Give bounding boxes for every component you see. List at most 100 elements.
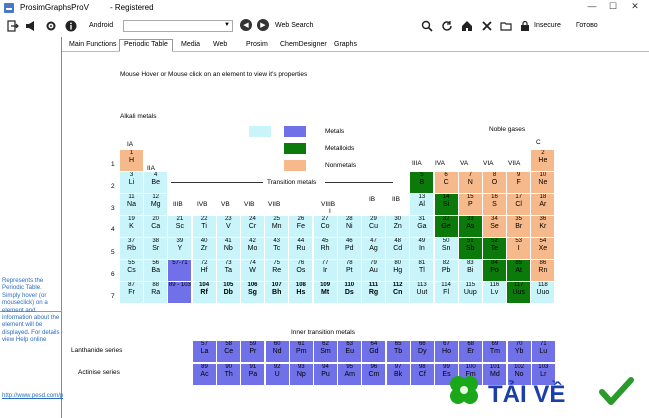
element-cell[interactable]: 73 Ta bbox=[216, 260, 240, 281]
element-cell[interactable]: 53 I bbox=[507, 238, 531, 259]
element-cell[interactable]: 11 Na bbox=[120, 194, 143, 215]
element-cell[interactable]: 117 Uus bbox=[507, 282, 531, 303]
element-cell[interactable]: 7N bbox=[458, 172, 482, 193]
element-cell[interactable]: 109 Mt bbox=[313, 282, 337, 303]
element-cell[interactable]: 29 Cu bbox=[362, 216, 385, 237]
element-cell[interactable]: 25 Mn bbox=[265, 216, 289, 237]
inner-element-cell[interactable]: 57 La bbox=[193, 341, 216, 362]
inner-element-cell[interactable]: 70 Yb bbox=[507, 341, 531, 362]
element-cell[interactable]: 28 Ni bbox=[337, 216, 361, 237]
element-cell[interactable]: 31 Ga bbox=[410, 216, 434, 237]
inner-element-cell[interactable]: 92 U bbox=[265, 364, 289, 385]
element-cell[interactable]: 4 Be bbox=[144, 172, 168, 193]
element-cell[interactable]: 1H bbox=[120, 150, 143, 171]
url-dropdown[interactable]: ▼ bbox=[123, 20, 233, 32]
megaphone-icon[interactable] bbox=[24, 19, 38, 33]
element-cell[interactable]: 57-71 bbox=[168, 260, 192, 281]
close-window-button[interactable]: ✕ bbox=[626, 1, 644, 12]
element-cell[interactable]: 114 Fl bbox=[434, 282, 458, 303]
element-cell[interactable]: 10 Ne bbox=[531, 172, 555, 193]
info-icon[interactable] bbox=[64, 19, 78, 33]
element-cell[interactable]: 111 Rg bbox=[362, 282, 385, 303]
element-cell[interactable]: 76 Os bbox=[289, 260, 313, 281]
exit-icon[interactable] bbox=[6, 19, 20, 33]
inner-element-cell[interactable]: 59 Pr bbox=[241, 341, 265, 362]
maximize-button[interactable]: ☐ bbox=[604, 1, 622, 12]
close-icon[interactable] bbox=[480, 19, 494, 33]
element-cell[interactable]: 89 - 103 bbox=[168, 282, 192, 303]
element-cell[interactable]: 30 Zn bbox=[386, 216, 410, 237]
element-cell[interactable]: 27 Co bbox=[313, 216, 337, 237]
element-cell[interactable]: 36 Kr bbox=[531, 216, 555, 237]
home-icon[interactable] bbox=[460, 19, 474, 33]
tab-chemdesigner[interactable]: ChemDesigner bbox=[275, 39, 332, 52]
settings-icon[interactable] bbox=[44, 19, 58, 33]
element-cell[interactable]: 39 Y bbox=[168, 238, 192, 259]
inner-element-cell[interactable]: 69 Tm bbox=[483, 341, 507, 362]
element-cell[interactable]: 72 Hf bbox=[192, 260, 216, 281]
element-cell[interactable]: 115 Uup bbox=[458, 282, 482, 303]
element-cell[interactable]: 16 S bbox=[483, 194, 506, 215]
help-link[interactable]: http://www.pesd.com/pertable.aspx bbox=[2, 392, 97, 399]
inner-element-cell[interactable]: 91 Pa bbox=[241, 364, 265, 385]
element-cell[interactable]: 82 Pb bbox=[434, 260, 458, 281]
element-cell[interactable]: 41 Nb bbox=[216, 238, 240, 259]
element-cell[interactable]: 112 Cn bbox=[386, 282, 410, 303]
element-cell[interactable]: 106 Sg bbox=[241, 282, 264, 303]
element-cell[interactable]: 110 Ds bbox=[337, 282, 361, 303]
inner-element-cell[interactable]: 62 Sm bbox=[314, 341, 337, 362]
inner-element-cell[interactable]: 60 Nd bbox=[265, 341, 289, 362]
element-cell[interactable]: 83 Bi bbox=[458, 260, 482, 281]
element-cell[interactable]: 116 Lv bbox=[483, 282, 506, 303]
inner-element-cell[interactable]: 67 Ho bbox=[435, 341, 458, 362]
element-cell[interactable]: 21 Sc bbox=[168, 216, 192, 237]
tab-periodic-table[interactable]: Periodic Table bbox=[119, 39, 173, 52]
element-cell[interactable]: 87 Fr bbox=[120, 282, 143, 303]
element-cell[interactable]: 105 Db bbox=[216, 282, 240, 303]
refresh-icon[interactable] bbox=[440, 19, 454, 33]
element-cell[interactable]: 80 Hg bbox=[386, 260, 410, 281]
element-cell[interactable]: 86 Rn bbox=[531, 260, 555, 281]
element-cell[interactable]: 43 Tc bbox=[265, 238, 289, 259]
inner-element-cell[interactable]: 95 Am bbox=[338, 364, 362, 385]
element-cell[interactable]: 19 K bbox=[120, 216, 143, 237]
element-cell[interactable]: 48 Cd bbox=[386, 238, 410, 259]
element-cell[interactable]: 5B bbox=[410, 172, 434, 193]
element-cell[interactable]: 44 Ru bbox=[289, 238, 313, 259]
element-cell[interactable]: 9F bbox=[507, 172, 531, 193]
minimize-button[interactable]: — bbox=[583, 1, 601, 11]
element-cell[interactable]: 3 Li bbox=[120, 172, 143, 193]
element-cell[interactable]: 50 Sn bbox=[434, 238, 458, 259]
tab-web[interactable]: Web bbox=[208, 39, 232, 52]
element-cell[interactable]: 18 Ar bbox=[531, 194, 555, 215]
search-icon[interactable] bbox=[420, 19, 434, 33]
tab-main-functions[interactable]: Main Functions bbox=[64, 39, 121, 52]
element-cell[interactable]: 55 Cs bbox=[120, 260, 143, 281]
element-cell[interactable]: 23 V bbox=[216, 216, 240, 237]
element-cell[interactable]: 2 He bbox=[531, 150, 555, 171]
tab-graphs[interactable]: Graphs bbox=[329, 39, 362, 52]
element-cell[interactable]: 75 Re bbox=[265, 260, 289, 281]
element-cell[interactable]: 108 Hs bbox=[289, 282, 313, 303]
tab-media[interactable]: Media bbox=[176, 39, 205, 52]
element-cell[interactable]: 54 Xe bbox=[531, 238, 555, 259]
element-cell[interactable]: 85 At bbox=[507, 260, 531, 281]
element-cell[interactable]: 52 Te bbox=[483, 238, 506, 259]
element-cell[interactable]: 88 Ra bbox=[144, 282, 168, 303]
element-cell[interactable]: 45 Rh bbox=[313, 238, 337, 259]
element-cell[interactable]: 12 Mg bbox=[144, 194, 168, 215]
element-cell[interactable]: 113 Uut bbox=[410, 282, 434, 303]
element-cell[interactable]: 74 W bbox=[241, 260, 264, 281]
element-cell[interactable]: 47 Ag bbox=[362, 238, 385, 259]
inner-element-cell[interactable]: 64 Gd bbox=[362, 341, 386, 362]
inner-element-cell[interactable]: 58 Ce bbox=[217, 341, 241, 362]
element-cell[interactable]: 37 Rb bbox=[120, 238, 143, 259]
element-cell[interactable]: 13 Al bbox=[410, 194, 434, 215]
element-cell[interactable]: 8O bbox=[483, 172, 506, 193]
element-cell[interactable]: 17 Cl bbox=[507, 194, 531, 215]
lock-icon[interactable] bbox=[518, 19, 532, 33]
element-cell[interactable]: 34 Se bbox=[483, 216, 506, 237]
element-cell[interactable]: 6C bbox=[434, 172, 458, 193]
element-cell[interactable]: 38 Sr bbox=[144, 238, 168, 259]
element-cell[interactable]: 42 Mo bbox=[241, 238, 264, 259]
